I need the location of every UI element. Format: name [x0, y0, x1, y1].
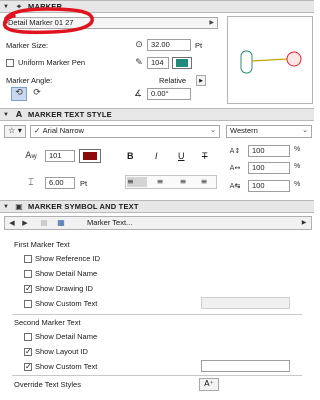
text-pen-swatch[interactable] [79, 149, 101, 163]
check-icon: ✓ [34, 126, 43, 135]
bold-button[interactable]: B [127, 151, 134, 161]
width-factor-icon: A↕ [229, 147, 241, 155]
width-factor-percent: % [294, 146, 301, 153]
text-style-override-icon: A⁺ [204, 379, 214, 388]
first-show-detail-name-checkbox[interactable] [24, 270, 32, 278]
second-show-custom-text-label: Show Custom Text [35, 362, 98, 371]
marker-angle-input[interactable]: 0.00° [147, 88, 191, 100]
angle-tool-b-button[interactable]: ⟳ [29, 87, 45, 101]
spacing-factor-icon: A↔ [229, 164, 241, 172]
first-show-detail-name-label: Show Detail Name [35, 269, 98, 278]
align-left-icon: ≡ [127, 177, 134, 186]
symbol-text-icon: ▣ [15, 202, 23, 211]
first-show-custom-text-checkbox[interactable] [24, 300, 32, 308]
marker-angle-label: Marker Angle: [6, 76, 53, 85]
marker-preview-graphic [240, 50, 302, 74]
script-dropdown[interactable]: Western ⌄ [226, 125, 312, 138]
alignment-group: ≡ ≡ ≡ ≡ [125, 175, 217, 189]
collapse-triangle-icon[interactable]: ▼ [0, 204, 12, 210]
align-center-icon[interactable]: ≡ [152, 177, 168, 187]
pen-color-fill [176, 59, 188, 67]
pen-icon: ✎ [135, 58, 143, 68]
group-separator [12, 314, 302, 315]
text-style-section-header[interactable]: ▼ A MARKER TEXT STYLE [0, 108, 314, 121]
text-size-input[interactable]: 6.00 [45, 177, 75, 189]
uniform-pen-checkbox[interactable] [6, 59, 14, 67]
red-annotation-circle [2, 7, 94, 35]
angle-tool-b-icon: ⟳ [33, 88, 41, 98]
marker-pen-input[interactable]: 104 [147, 57, 169, 69]
angle-mode-label: Relative [159, 76, 187, 85]
symbol-text-section-header[interactable]: ▼ ▣ MARKER SYMBOL AND TEXT [0, 200, 314, 213]
slant-factor-input[interactable]: 100 [248, 180, 290, 192]
star-icon: ☆ ▾ [8, 126, 22, 135]
symbol-text-section-title: MARKER SYMBOL AND TEXT [28, 202, 139, 211]
second-show-detail-name-label: Show Detail Name [35, 332, 98, 341]
slant-factor-icon: A↹ [229, 182, 241, 190]
override-text-styles-button[interactable]: A⁺ [199, 378, 219, 391]
next-icon[interactable]: ▶ [20, 218, 30, 228]
angle-mode-menu-button[interactable]: ▶ [196, 75, 206, 86]
dropdown-arrow-icon[interactable]: ▶ [299, 218, 309, 228]
font-dropdown[interactable]: ✓ Arial Narrow ⌄ [30, 125, 220, 138]
align-right-icon[interactable]: ≡ [175, 177, 191, 187]
first-show-reference-id-checkbox[interactable] [24, 255, 32, 263]
first-show-reference-id-label: Show Reference ID [35, 254, 101, 263]
angle-tool-a-icon: ⟲ [15, 88, 23, 98]
first-show-drawing-id-checkbox[interactable]: ✓ [24, 285, 32, 293]
collapse-triangle-icon[interactable]: ▼ [0, 112, 12, 118]
first-custom-text-input [201, 297, 290, 309]
marker-preview [227, 16, 313, 104]
override-text-styles-label: Override Text Styles [14, 380, 81, 389]
script-value: Western [230, 126, 258, 135]
italic-button[interactable]: I [155, 151, 158, 161]
width-factor-input[interactable]: 100 [248, 145, 290, 157]
second-show-custom-text-checkbox[interactable]: ✓ [24, 363, 32, 371]
second-marker-text-title: Second Marker Text [14, 318, 81, 327]
first-show-drawing-id-label: Show Drawing ID [35, 284, 93, 293]
chevron-down-icon: ⌄ [210, 127, 216, 134]
dropdown-arrow-icon: ▶ [209, 20, 214, 26]
group-separator [12, 375, 302, 376]
marker-size-input[interactable]: 32.00 [147, 39, 191, 51]
align-left-button[interactable]: ≡ [127, 177, 147, 187]
settings-page-icon: ▦ [57, 218, 65, 227]
marker-size-unit: Pt [195, 41, 203, 50]
text-style-section-title: MARKER TEXT STYLE [28, 110, 112, 119]
spacing-factor-input[interactable]: 100 [248, 162, 290, 174]
second-show-layout-id-label: Show Layout ID [35, 347, 88, 356]
align-justify-icon[interactable]: ≡ [196, 177, 212, 187]
text-pen-icon: Aꝡ [25, 151, 37, 161]
previous-icon[interactable]: ◀ [7, 218, 17, 228]
text-pen-color-fill [83, 152, 97, 160]
chevron-down-icon: ⌄ [302, 127, 308, 134]
slant-factor-percent: % [294, 181, 301, 188]
page-icon: ▤ [40, 219, 48, 227]
first-show-custom-text-label: Show Custom Text [35, 299, 98, 308]
second-custom-text-input[interactable] [201, 360, 290, 372]
text-size-unit: Pt [80, 179, 88, 188]
second-show-layout-id-checkbox[interactable]: ✓ [24, 348, 32, 356]
text-size-icon: ⌶ [28, 178, 34, 188]
marker-text-nav-bar: ◀ ▶ ▤ ▦ Marker Text... ▶ [4, 216, 312, 230]
angle-tool-a-button[interactable]: ⟲ [11, 87, 27, 101]
angle-icon: ∡ [133, 89, 143, 99]
first-marker-text-title: First Marker Text [14, 240, 70, 249]
marker-text-page-label[interactable]: Marker Text... [87, 218, 132, 228]
uniform-pen-label: Uniform Marker Pen [18, 58, 86, 67]
spacing-factor-percent: % [294, 163, 301, 170]
text-style-icon: A [15, 110, 23, 119]
strikethrough-button[interactable]: T [202, 151, 208, 161]
underline-button[interactable]: U [178, 151, 185, 161]
font-value: Arial Narrow [42, 126, 84, 135]
favorite-star-button[interactable]: ☆ ▾ [4, 125, 26, 138]
marker-pen-swatch[interactable] [172, 57, 192, 69]
text-pen-input[interactable]: 101 [45, 150, 75, 162]
marker-size-icon: ⊙ [135, 40, 143, 50]
second-show-detail-name-checkbox[interactable] [24, 333, 32, 341]
